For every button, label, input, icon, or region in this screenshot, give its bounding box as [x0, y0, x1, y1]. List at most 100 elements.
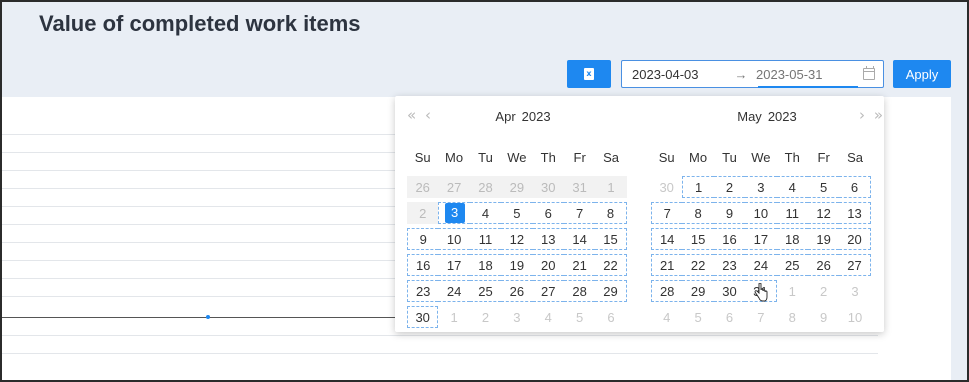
day-cell[interactable]: 16: [407, 254, 439, 276]
day-cell[interactable]: 8: [595, 202, 627, 224]
day-cell[interactable]: 15: [682, 228, 714, 250]
day-cell[interactable]: 22: [682, 254, 714, 276]
day-cell[interactable]: 4: [776, 176, 808, 198]
day-cell[interactable]: 5: [564, 306, 595, 328]
day-cell[interactable]: 15: [595, 228, 627, 250]
day-cell[interactable]: 4: [533, 306, 564, 328]
week-row: 16 17 18 19 20 21 22: [407, 252, 639, 278]
calendar-april: « ‹ Apr 2023 Su Mo Tu We Th Fr Sa 26 27 28 29 30 31…: [407, 96, 639, 330]
day-cell[interactable]: 5: [682, 306, 713, 328]
day-cell[interactable]: 7: [745, 306, 776, 328]
day-cell[interactable]: 2: [713, 176, 746, 198]
day-cell[interactable]: 8: [682, 202, 714, 224]
day-cell[interactable]: 8: [777, 306, 808, 328]
day-cell[interactable]: 3: [501, 306, 532, 328]
day-cell[interactable]: 24: [745, 254, 777, 276]
day-cell[interactable]: 17: [438, 254, 470, 276]
weekday-label: Mo: [445, 149, 464, 165]
day-cell[interactable]: 27: [532, 280, 564, 302]
day-cell[interactable]: 10: [745, 202, 777, 224]
day-cell[interactable]: 11: [776, 202, 808, 224]
day-cell[interactable]: 21: [651, 254, 683, 276]
day-cell[interactable]: 14: [651, 228, 683, 250]
calendar-header-may: May 2023 › »: [651, 96, 883, 136]
month-label[interactable]: May: [737, 109, 762, 124]
day-cell[interactable]: 3: [839, 280, 870, 302]
day-cell[interactable]: 17: [745, 228, 777, 250]
day-cell[interactable]: 10: [839, 306, 870, 328]
day-cell[interactable]: 28: [563, 280, 596, 302]
day-cell[interactable]: 7: [563, 202, 596, 224]
day-cell[interactable]: 18: [469, 254, 502, 276]
date-range-picker[interactable]: →: [621, 60, 884, 88]
day-cell[interactable]: 30: [713, 280, 746, 302]
day-cell[interactable]: 30: [407, 306, 439, 328]
day-cell[interactable]: 3: [745, 176, 777, 198]
prev-month-icon[interactable]: ‹: [425, 107, 431, 123]
calendar-icon[interactable]: [863, 66, 875, 80]
week-row: 4 5 6 7 8 9 10: [651, 304, 883, 330]
day-cell[interactable]: 7: [651, 202, 683, 224]
day-cell[interactable]: 1: [777, 280, 808, 302]
day-cell[interactable]: 20: [532, 254, 564, 276]
day-cell[interactable]: 28: [651, 280, 683, 302]
day-cell[interactable]: 24: [438, 280, 470, 302]
day-cell[interactable]: 11: [469, 228, 502, 250]
day-cell[interactable]: 21: [563, 254, 596, 276]
day-cell[interactable]: 1: [438, 306, 469, 328]
day-cell[interactable]: 20: [839, 228, 871, 250]
day-cell[interactable]: 19: [501, 254, 533, 276]
next-month-icon[interactable]: ›: [859, 107, 865, 123]
date-range-dropdown: « ‹ Apr 2023 Su Mo Tu We Th Fr Sa 26 27 28 29 30 31…: [395, 96, 884, 332]
day-cell[interactable]: 2: [470, 306, 501, 328]
day-cell[interactable]: 23: [713, 254, 746, 276]
day-cell[interactable]: 9: [713, 202, 746, 224]
weekday-label: Tu: [722, 149, 737, 165]
day-cell[interactable]: 30: [651, 176, 682, 198]
day-cell[interactable]: 13: [532, 228, 564, 250]
day-cell[interactable]: 14: [563, 228, 596, 250]
weekday-label: Su: [414, 149, 431, 165]
day-cell[interactable]: 25: [469, 280, 502, 302]
day-cell[interactable]: 6: [595, 306, 626, 328]
year-label[interactable]: 2023: [522, 109, 551, 124]
weekday-label: Mo: [689, 149, 708, 165]
range-end-input[interactable]: [756, 62, 852, 86]
day-cell[interactable]: 4: [469, 202, 502, 224]
day-cell[interactable]: 12: [807, 202, 840, 224]
weekday-header: Su Mo Tu We Th Fr Sa: [651, 146, 883, 168]
day-cell[interactable]: 25: [776, 254, 808, 276]
day-cell[interactable]: 13: [839, 202, 871, 224]
day-cell[interactable]: 10: [438, 228, 470, 250]
day-cell[interactable]: 6: [714, 306, 745, 328]
prev-year-icon[interactable]: «: [407, 107, 416, 123]
day-cell[interactable]: 4: [651, 306, 682, 328]
day-cell[interactable]: 22: [595, 254, 627, 276]
day-cell[interactable]: 9: [407, 228, 439, 250]
day-cell[interactable]: 3: [438, 202, 470, 224]
year-label[interactable]: 2023: [768, 109, 797, 124]
day-cell[interactable]: 12: [501, 228, 533, 250]
day-cell[interactable]: 29: [595, 280, 627, 302]
day-cell[interactable]: 18: [776, 228, 808, 250]
day-cell[interactable]: 27: [839, 254, 871, 276]
day-cell[interactable]: 26: [501, 280, 533, 302]
day-cell[interactable]: 6: [532, 202, 564, 224]
day-cell[interactable]: 2: [808, 280, 839, 302]
day-cell[interactable]: 23: [407, 280, 439, 302]
day-cell: 29: [501, 176, 533, 198]
day-cell[interactable]: 5: [807, 176, 840, 198]
next-year-icon[interactable]: »: [874, 107, 883, 123]
range-start-input[interactable]: [622, 62, 726, 86]
export-excel-button[interactable]: x: [567, 60, 611, 88]
day-cell[interactable]: 1: [682, 176, 714, 198]
day-cell[interactable]: 26: [807, 254, 840, 276]
day-cell[interactable]: 19: [807, 228, 840, 250]
apply-button[interactable]: Apply: [893, 60, 951, 88]
day-cell[interactable]: 16: [713, 228, 746, 250]
day-cell[interactable]: 5: [501, 202, 533, 224]
day-cell[interactable]: 6: [839, 176, 871, 198]
day-cell[interactable]: 29: [682, 280, 714, 302]
day-cell[interactable]: 9: [808, 306, 839, 328]
month-label[interactable]: Apr: [495, 109, 515, 124]
